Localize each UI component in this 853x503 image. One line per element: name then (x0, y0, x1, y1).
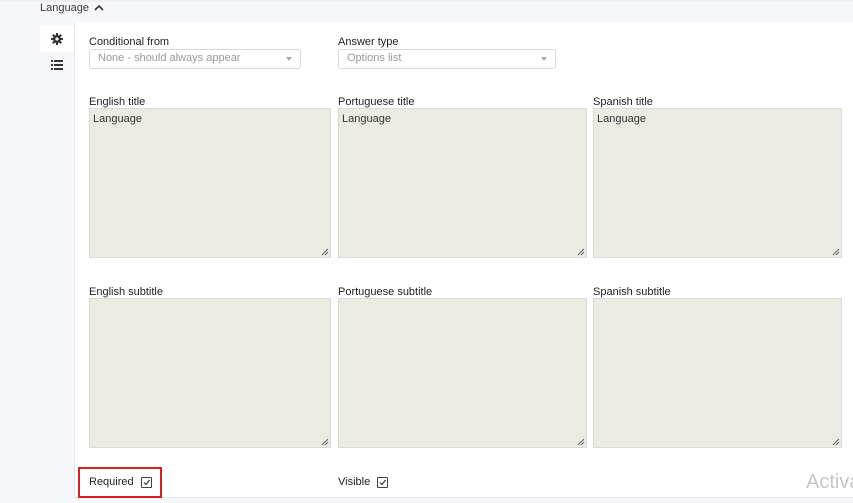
spanish-title-textarea[interactable]: Language (593, 108, 842, 258)
visible-checkbox[interactable] (377, 476, 389, 488)
spanish-title-value: Language (597, 113, 646, 125)
english-title-value: Language (93, 113, 142, 125)
conditional-from-label: Conditional from (89, 36, 170, 48)
gear-icon (51, 33, 63, 45)
top-border (0, 0, 853, 2)
english-title-textarea[interactable]: Language (89, 108, 331, 258)
visible-toggle[interactable]: Visible (338, 476, 389, 488)
portuguese-title-label: Portuguese title (338, 96, 415, 108)
visible-label: Visible (338, 476, 371, 488)
dropdown-arrow-icon (541, 57, 547, 61)
english-subtitle-textarea[interactable] (89, 298, 331, 448)
answer-type-value: Options list (347, 52, 402, 64)
resize-grip-icon[interactable] (832, 438, 840, 446)
conditional-from-value: None - should always appear (98, 52, 241, 64)
panel-bottom-border (74, 497, 853, 498)
conditional-from-select[interactable]: None - should always appear (89, 49, 301, 69)
resize-grip-icon[interactable] (577, 438, 585, 446)
portuguese-subtitle-label: Portuguese subtitle (338, 286, 433, 298)
checkmark-icon (379, 479, 387, 485)
activation-watermark: Activa (806, 471, 853, 493)
resize-grip-icon[interactable] (321, 248, 329, 256)
portuguese-title-value: Language (342, 113, 391, 125)
tab-settings[interactable] (40, 26, 74, 52)
chevron-up-icon (94, 4, 104, 11)
portuguese-subtitle-textarea[interactable] (338, 298, 587, 448)
section-title: Language (40, 2, 89, 14)
dropdown-arrow-icon (286, 57, 292, 61)
spanish-title-label: Spanish title (593, 96, 653, 108)
answer-type-label: Answer type (338, 36, 399, 48)
portuguese-title-textarea[interactable]: Language (338, 108, 587, 258)
answer-type-select[interactable]: Options list (338, 49, 556, 69)
required-highlight-box (78, 467, 162, 498)
list-icon (51, 60, 63, 70)
resize-grip-icon[interactable] (577, 248, 585, 256)
side-tabs (40, 26, 74, 86)
english-title-label: English title (89, 96, 146, 108)
spanish-subtitle-textarea[interactable] (593, 298, 842, 448)
spanish-subtitle-label: Spanish subtitle (593, 286, 671, 298)
resize-grip-icon[interactable] (832, 248, 840, 256)
english-subtitle-label: English subtitle (89, 286, 163, 298)
resize-grip-icon[interactable] (321, 438, 329, 446)
tab-list[interactable] (40, 52, 74, 78)
section-header[interactable]: Language (40, 2, 105, 14)
